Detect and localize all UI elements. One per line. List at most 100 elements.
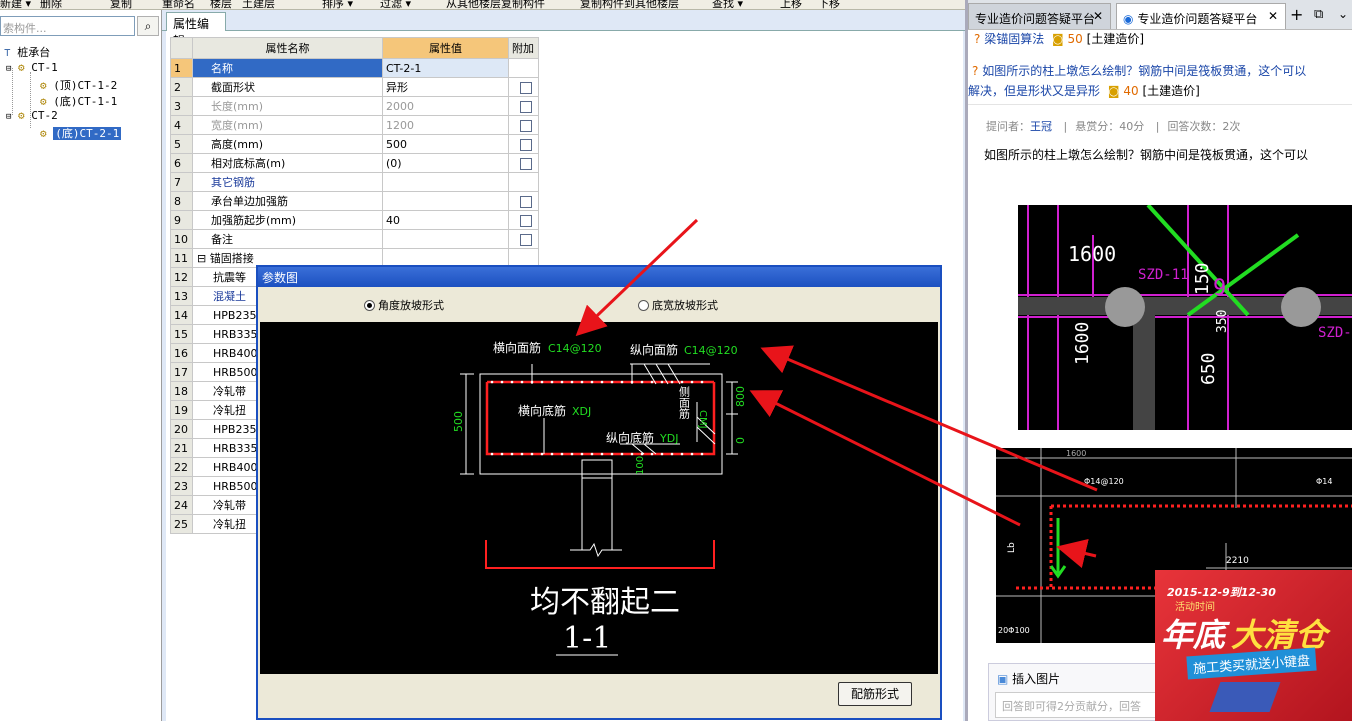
cad-label: 1600 [1072, 322, 1093, 365]
green-arrow [1049, 518, 1067, 579]
property-row[interactable]: 6 相对底标高(m) (0) [170, 153, 539, 173]
property-row[interactable]: 3 长度(mm) 2000 [170, 96, 539, 116]
property-row[interactable]: 9 加强筋起步(mm) 40 [170, 210, 539, 230]
close-icon[interactable]: ✕ [1093, 9, 1103, 23]
property-extra [508, 58, 539, 78]
side-value: CMJ [697, 410, 708, 429]
column-header-name: 属性名称 [192, 37, 383, 59]
search-icon[interactable]: ⌕ [137, 16, 159, 36]
row-number: 1 [170, 58, 193, 78]
toolbar-find[interactable]: 查找 ▾ [712, 0, 743, 9]
radio-bottom-width-slope[interactable]: 底宽放坡形式 [638, 297, 718, 313]
question-title-line1[interactable]: 如图所示的柱上墩怎么绘制？钢筋中间是筏板贯通，这个可以 [982, 64, 1306, 78]
radio-angle-slope[interactable]: 角度放坡形式 [364, 297, 444, 313]
collapse-icon[interactable]: ⊟ [6, 64, 11, 74]
toolbar-rename[interactable]: 重命名 [162, 0, 195, 9]
property-value[interactable] [382, 172, 509, 192]
rebar-dot [590, 452, 594, 456]
related-title[interactable]: 梁锚固算法 [984, 32, 1044, 46]
extra-checkbox[interactable] [520, 138, 532, 151]
toolbar-civil-layer[interactable]: 土建层 [242, 0, 275, 9]
toolbar-copy[interactable]: 复制 [110, 0, 132, 9]
toolbar-new[interactable]: 新建 ▾ [0, 0, 31, 9]
question-title-line2[interactable]: 解决，但是形状又是异形 [968, 84, 1100, 98]
extra-checkbox[interactable] [520, 214, 532, 227]
rebar-dot [560, 452, 564, 456]
tab-property-edit[interactable]: 属性编辑 [166, 12, 226, 48]
extra-checkbox[interactable] [520, 81, 532, 94]
row-number: 24 [170, 495, 193, 515]
bottom-vertical-label: 纵向底筋 [606, 430, 654, 445]
property-extra [508, 115, 539, 135]
related-question-2[interactable]: ? 如图所示的柱上墩怎么绘制？钢筋中间是筏板贯通，这个可以 [972, 62, 1306, 79]
related-question-1[interactable]: ? 梁锚固算法 ◙ 50 [土建造价] [974, 30, 1144, 47]
property-row[interactable]: 1 名称 CT-2-1 [170, 58, 539, 78]
browser-tab-2[interactable]: ◉ 专业造价问题答疑平台 [1116, 3, 1286, 29]
property-row[interactable]: 8 承台单边加强筋 [170, 191, 539, 211]
property-value[interactable]: 500 [382, 134, 509, 154]
collapse-icon[interactable]: ⊟ [197, 252, 210, 265]
question-image-1[interactable]: 1600 SZD-11 150 9 1600 650 350 SZD- [1018, 205, 1352, 430]
tab-divider [162, 30, 965, 31]
column-header-extra: 附加 [508, 37, 539, 59]
toolbar-floor[interactable]: 楼层 [210, 0, 232, 9]
property-row[interactable]: 4 宽度(mm) 1200 [170, 115, 539, 135]
property-value[interactable]: (0) [382, 153, 509, 173]
toolbar-sort[interactable]: 排序 ▾ [322, 0, 353, 9]
property-extra [508, 134, 539, 154]
tree-line [12, 68, 13, 115]
extra-checkbox[interactable] [520, 100, 532, 113]
gear-icon: ⚙ [40, 79, 47, 92]
collapse-icon[interactable]: ⊟ [6, 112, 11, 122]
property-value[interactable] [382, 191, 509, 211]
component-search-input[interactable]: 索构件... [0, 16, 135, 36]
tree-node-ct2-bottom[interactable]: ⚙ (底)CT-2-1 [40, 125, 122, 141]
parameter-dialog: 参数图 角度放坡形式 底宽放坡形式 500 800 0 横向面筋 C14@120… [256, 265, 942, 720]
dim-800-text: 800 [734, 386, 747, 407]
property-name: 备注 [192, 229, 383, 249]
property-extra [508, 172, 539, 192]
cad-label: SZD- [1318, 325, 1352, 341]
property-value[interactable]: 40 [382, 210, 509, 230]
asker-name[interactable]: 王冠 [1030, 120, 1052, 133]
property-row[interactable]: 5 高度(mm) 500 [170, 134, 539, 154]
property-row[interactable]: 7 其它钢筋 [170, 172, 539, 192]
property-row[interactable]: 2 截面形状 异形 [170, 77, 539, 97]
close-icon[interactable]: ✕ [1268, 9, 1278, 23]
extra-checkbox[interactable] [520, 233, 532, 246]
toolbar-move-up[interactable]: 上移 [780, 0, 802, 9]
extra-checkbox[interactable] [520, 119, 532, 132]
property-value[interactable]: 2000 [382, 96, 509, 116]
property-value[interactable]: CT-2-1 [382, 58, 509, 78]
restore-icon[interactable]: ⧉ [1314, 7, 1323, 22]
tree-node-ct1-top[interactable]: ⚙ (顶)CT-1-2 [40, 77, 117, 93]
rebar-dot [570, 452, 574, 456]
row-number-header [170, 37, 193, 59]
property-name: 加强筋起步(mm) [192, 210, 383, 230]
toolbar-delete[interactable]: 删除 [40, 0, 62, 9]
promo-banner[interactable]: 2015-12-9到12-30 活动时间 年底 大清仓 施工类买就送小键盘 [1155, 570, 1352, 721]
property-value[interactable] [382, 229, 509, 249]
rebar-dot [620, 380, 624, 384]
extra-checkbox[interactable] [520, 157, 532, 170]
toolbar-filter[interactable]: 过滤 ▾ [380, 0, 411, 9]
browser-tab-1[interactable]: 专业造价问题答疑平台 [968, 3, 1111, 29]
answer-count: 回答次数：2次 [1167, 120, 1241, 133]
tree-node-ct2[interactable]: ⊟ ⚙ CT-2 [6, 109, 58, 122]
toolbar-copy-to-floor[interactable]: 复制构件到其他楼层 [580, 0, 679, 9]
extra-checkbox[interactable] [520, 195, 532, 208]
chevron-down-icon[interactable]: ⌄ [1338, 7, 1348, 21]
rebar-config-button[interactable]: 配筋形式 [838, 682, 912, 706]
tree-root[interactable]: ⊤ 桩承台 [4, 44, 50, 60]
toolbar-copy-from-floor[interactable]: 从其他楼层复制构件 [446, 0, 545, 9]
property-value[interactable]: 1200 [382, 115, 509, 135]
tree-node-ct1[interactable]: ⊟ ⚙ CT-1 [6, 61, 58, 74]
tree-node-ct1-bottom[interactable]: ⚙ (底)CT-1-1 [40, 93, 117, 109]
question-icon: ? [974, 32, 981, 46]
new-tab-icon[interactable]: + [1290, 5, 1303, 24]
property-value[interactable]: 异形 [382, 77, 509, 97]
rebar-dot [660, 452, 664, 456]
toolbar-move-down[interactable]: 下移 [818, 0, 840, 9]
insert-image-button[interactable]: ▣ 插入图片 [997, 670, 1060, 687]
property-row[interactable]: 10 备注 [170, 229, 539, 249]
